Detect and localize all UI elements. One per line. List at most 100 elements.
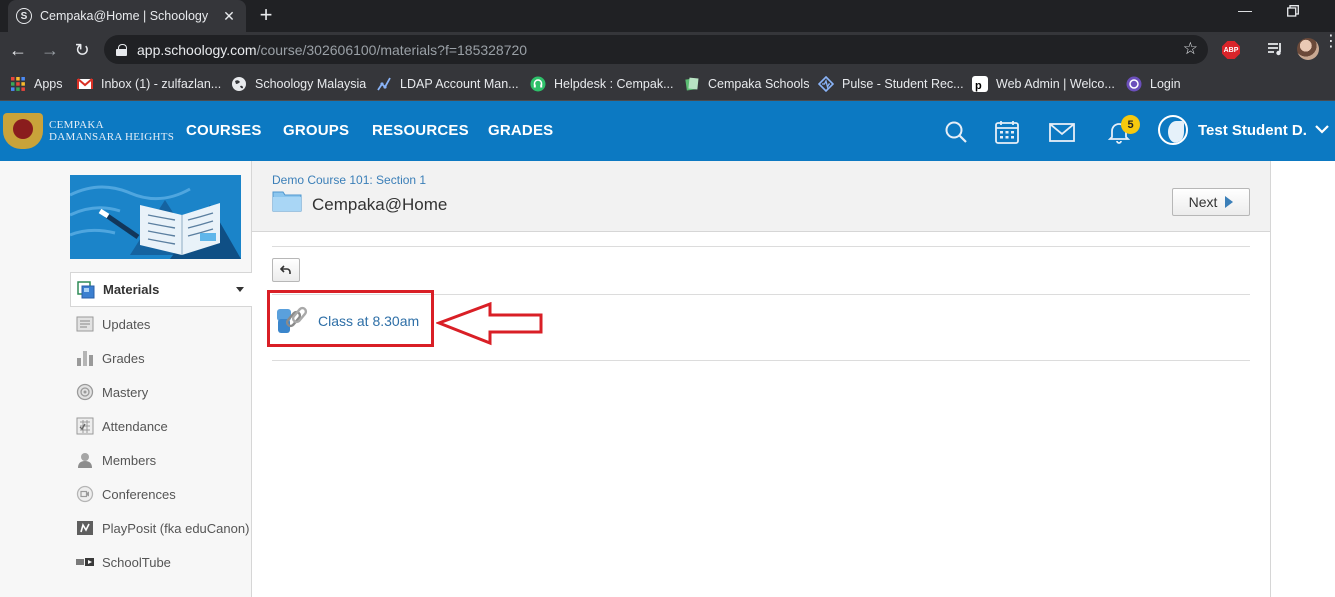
bookmark-label: Web Admin | Welco... [996, 77, 1115, 91]
sidebar-item-label: Mastery [102, 384, 149, 400]
school-logo-text: CEMPAKA DAMANSARA HEIGHTS [49, 119, 174, 143]
updates-icon [76, 316, 94, 332]
sidebar-item-label: Members [102, 452, 157, 468]
nav-courses[interactable]: COURSES [186, 122, 262, 139]
logo-line-2: DAMANSARA HEIGHTS [49, 131, 175, 143]
globe-icon [232, 77, 246, 91]
sidebar-item-label: Grades [102, 350, 145, 366]
browser-toolbar: ← → ↻ app.schoology.com/course/302606100… [0, 32, 1335, 68]
next-button[interactable]: Next [1172, 188, 1250, 216]
logo-line-1: CEMPAKA [49, 119, 104, 131]
cempaka-schools-icon [685, 77, 699, 91]
bookmark-label: LDAP Account Man... [400, 77, 519, 91]
new-tab-button[interactable]: + [256, 3, 276, 27]
apps-grid-icon [11, 77, 25, 91]
window-minimize-icon[interactable]: — [1238, 2, 1252, 18]
nav-resources[interactable]: RESOURCES [372, 122, 469, 139]
sidebar-item-label: PlayPosit (fka eduCanon) [102, 520, 250, 536]
bookmark-star-icon[interactable]: ☆ [1183, 39, 1198, 59]
caret-down-icon[interactable] [236, 287, 244, 292]
sidebar-item-label: Attendance [102, 418, 168, 434]
bookmarks-bar: Apps Inbox (1) - zulfazlan... Schoology … [0, 68, 1335, 101]
bookmark-label: Apps [34, 77, 63, 91]
messages-envelope-icon[interactable] [1049, 119, 1075, 145]
bookmark-label: Pulse - Student Rec... [842, 77, 964, 91]
bookmark-helpdesk[interactable]: Helpdesk : Cempak... [530, 75, 674, 93]
bookmark-pulse[interactable]: Pulse - Student Rec... [818, 75, 964, 93]
sidebar-item-conferences[interactable]: Conferences [70, 477, 252, 511]
nav-groups[interactable]: GROUPS [283, 122, 349, 139]
browser-menu-icon[interactable]: ⋮ [1323, 34, 1335, 50]
search-icon[interactable] [943, 119, 969, 145]
divider [272, 360, 1250, 361]
return-arrow-icon [280, 265, 291, 274]
sidebar-item-label: Materials [103, 282, 160, 297]
bookmark-label: Schoology Malaysia [255, 77, 367, 91]
bookmark-apps[interactable]: Apps [10, 75, 63, 93]
materials-icon [77, 280, 95, 298]
divider [272, 246, 1250, 247]
close-tab-icon[interactable]: ✕ [220, 8, 238, 25]
sidebar-item-grades[interactable]: Grades [70, 341, 252, 375]
members-icon [78, 453, 92, 468]
sidebar-item-playposit[interactable]: PlayPosit (fka eduCanon) [70, 511, 252, 545]
browser-tab-strip: S Cempaka@Home | Schoology ✕ + — [0, 0, 1335, 32]
pulse-icon [818, 76, 834, 92]
sidebar-item-label: Conferences [102, 486, 176, 502]
bookmark-web-admin[interactable]: p Web Admin | Welco... [972, 75, 1115, 93]
user-avatar[interactable] [1158, 115, 1188, 145]
playposit-icon [77, 521, 93, 535]
notification-count-badge: 5 [1121, 115, 1140, 134]
reload-icon[interactable]: ↻ [71, 39, 93, 61]
url-host: app.schoology.com [137, 41, 257, 58]
bookmark-cempaka-schools[interactable]: Cempaka Schools [684, 75, 809, 93]
course-nav: Materials Updates Grades Mastery Attenda… [70, 272, 252, 579]
bookmark-ldap[interactable]: LDAP Account Man... [376, 75, 519, 93]
user-name[interactable]: Test Student D. [1198, 122, 1307, 139]
sidebar-item-updates[interactable]: Updates [70, 307, 252, 341]
browser-tab[interactable]: S Cempaka@Home | Schoology ✕ [8, 0, 246, 32]
attendance-icon [76, 417, 94, 435]
sidebar-item-schooltube[interactable]: SchoolTube [70, 545, 252, 579]
browser-profile-avatar[interactable] [1297, 38, 1319, 60]
folder-icon [272, 191, 302, 212]
sidebar-item-label: SchoolTube [102, 554, 171, 570]
play-arrow-icon [1225, 196, 1234, 208]
url-path: /course/302606100/materials?f=185328720 [256, 41, 528, 58]
back-arrow-icon[interactable]: ← [7, 39, 29, 61]
bookmark-label: Inbox (1) - zulfazlan... [101, 77, 222, 91]
mastery-icon [76, 383, 94, 401]
media-queue-icon[interactable] [1266, 40, 1284, 58]
login-icon [1126, 76, 1142, 92]
course-banner-image[interactable] [70, 175, 241, 259]
materials-list-area [252, 232, 1271, 597]
forward-arrow-icon[interactable]: → [39, 39, 61, 61]
bookmark-gmail[interactable]: Inbox (1) - zulfazlan... [77, 75, 221, 93]
page-title: Cempaka@Home [312, 195, 448, 214]
helpdesk-icon [530, 76, 546, 92]
gmail-icon [77, 78, 93, 89]
bookmark-login[interactable]: Login [1126, 75, 1181, 93]
bookmark-label: Helpdesk : Cempak... [554, 77, 674, 91]
chevron-down-icon[interactable] [1315, 124, 1329, 134]
nav-grades[interactable]: GRADES [488, 122, 553, 139]
breadcrumb[interactable]: Demo Course 101: Section 1 [272, 173, 426, 187]
window-restore-icon[interactable] [1287, 5, 1299, 17]
svg-text:p: p [975, 80, 982, 92]
address-bar[interactable]: app.schoology.com/course/302606100/mater… [104, 35, 1208, 64]
school-logo[interactable]: CEMPAKA DAMANSARA HEIGHTS [3, 113, 174, 149]
calendar-icon[interactable] [994, 119, 1020, 145]
back-to-parent-button[interactable] [272, 258, 300, 282]
sidebar-item-materials[interactable]: Materials [70, 272, 252, 307]
sidebar-item-mastery[interactable]: Mastery [70, 375, 252, 409]
schoology-favicon-icon: S [16, 8, 32, 24]
school-crest-icon [3, 113, 43, 149]
sidebar-item-attendance[interactable]: Attendance [70, 409, 252, 443]
sidebar-item-label: Updates [102, 316, 151, 332]
schooltube-icon [76, 558, 94, 566]
bookmark-label: Login [1150, 77, 1181, 91]
conferences-icon [76, 485, 94, 503]
grades-icon [77, 351, 93, 366]
sidebar-item-members[interactable]: Members [70, 443, 252, 477]
bookmark-schoology-malaysia[interactable]: Schoology Malaysia [231, 75, 366, 93]
